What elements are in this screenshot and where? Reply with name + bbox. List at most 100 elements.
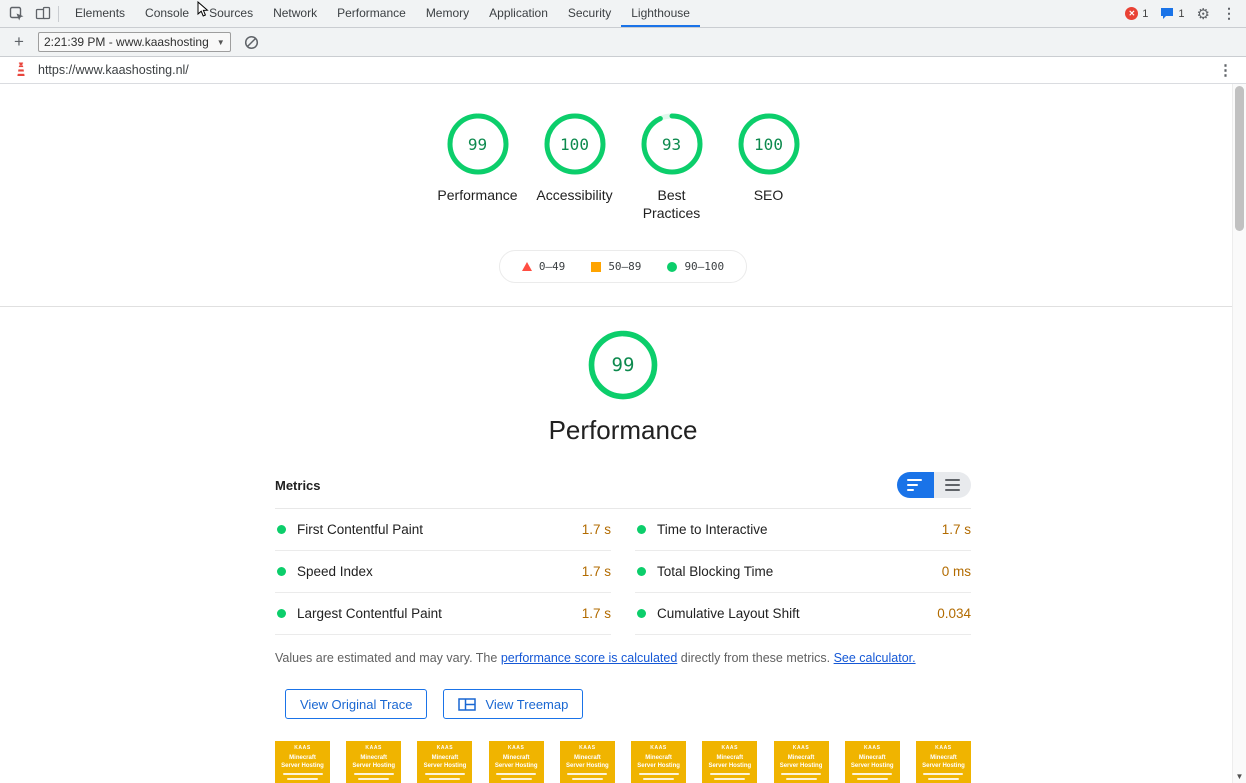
metric-label: Time to Interactive: [657, 522, 942, 537]
toolbar-divider: [58, 6, 59, 22]
score-calculated-link[interactable]: performance score is calculated: [501, 651, 677, 665]
thumb-site-logo: KAAS: [916, 745, 971, 751]
thumb-site-logo: KAAS: [702, 745, 757, 751]
score-performance[interactable]: 99 Performance: [434, 112, 522, 222]
issues-count: 1: [1178, 8, 1184, 20]
report-scrollbar[interactable]: ▼: [1232, 84, 1246, 783]
issues-icon: [1160, 7, 1174, 20]
scrollbar-down-arrow-icon[interactable]: ▼: [1233, 772, 1246, 781]
score-legend-wrap: 0–49 50–89 90–100: [0, 250, 1246, 283]
metric-cumulative-layout-shift: Cumulative Layout Shift 0.034: [635, 593, 971, 635]
device-toolbar-icon[interactable]: [30, 2, 56, 26]
settings-gear-icon[interactable]: ⚙: [1197, 5, 1210, 23]
devtools-menu-kebab-icon[interactable]: ⋮: [1222, 5, 1236, 22]
thumb-text-line: [501, 778, 532, 780]
tab-application[interactable]: Application: [479, 0, 558, 27]
filmstrip-thumbnail: KAAS Minecraft Server Hosting: [489, 741, 544, 783]
see-calculator-link[interactable]: See calculator.: [834, 651, 916, 665]
view-original-trace-button[interactable]: View Original Trace: [285, 689, 427, 719]
thumb-site-logo: KAAS: [417, 745, 472, 751]
error-count-badge[interactable]: ✕ 1: [1125, 7, 1148, 20]
score-accessibility[interactable]: 100 Accessibility: [531, 112, 619, 222]
tab-sources[interactable]: Sources: [199, 0, 263, 27]
thumb-site-logo: KAAS: [774, 745, 829, 751]
metric-label: Largest Contentful Paint: [297, 606, 582, 621]
toggle-bar: [945, 489, 960, 491]
thumb-site-logo: KAAS: [275, 745, 330, 751]
tab-network[interactable]: Network: [263, 0, 327, 27]
issues-count-badge[interactable]: 1: [1160, 7, 1184, 20]
tab-elements[interactable]: Elements: [65, 0, 135, 27]
performance-section-header: 99 Performance: [0, 307, 1246, 446]
legend-average: 50–89: [591, 260, 641, 273]
filmstrip-thumbnail: KAAS Minecraft Server Hosting: [774, 741, 829, 783]
tab-memory[interactable]: Memory: [416, 0, 479, 27]
thumb-text-line: [857, 778, 888, 780]
metric-label: Total Blocking Time: [657, 564, 942, 579]
thumb-page-title: Minecraft Server Hosting: [774, 755, 829, 769]
legend-average-range: 50–89: [608, 260, 641, 273]
filmstrip-thumbnail: KAAS Minecraft Server Hosting: [417, 741, 472, 783]
performance-buttons: View Original Trace View Treemap: [275, 689, 971, 719]
metrics-header: Metrics: [275, 472, 971, 498]
metric-value: 0 ms: [942, 564, 971, 579]
metrics-expanded-view-button[interactable]: [934, 472, 971, 498]
thumb-page-title: Minecraft Server Hosting: [275, 755, 330, 769]
thumb-page-title: Minecraft Server Hosting: [489, 755, 544, 769]
disclaimer-text: directly from these metrics.: [677, 651, 833, 665]
metric-pass-dot-icon: [277, 609, 286, 618]
toggle-bar: [907, 484, 918, 486]
filmstrip-thumbnail: KAAS Minecraft Server Hosting: [346, 741, 401, 783]
thumb-page-title: Minecraft Server Hosting: [845, 755, 900, 769]
filmstrip-thumbnail: KAAS Minecraft Server Hosting: [916, 741, 971, 783]
score-seo[interactable]: 100 SEO: [725, 112, 813, 222]
tab-performance[interactable]: Performance: [327, 0, 416, 27]
average-square-icon: [591, 262, 601, 272]
metric-value: 0.034: [937, 606, 971, 621]
metric-label: First Contentful Paint: [297, 522, 582, 537]
clear-reports-icon[interactable]: [239, 30, 265, 54]
new-report-plus-icon[interactable]: +: [8, 32, 30, 52]
inspect-element-icon[interactable]: [4, 2, 30, 26]
metrics-view-toggle: [897, 472, 971, 498]
report-select-label: 2:21:39 PM - www.kaashosting: [44, 35, 209, 49]
filmstrip-thumbnail: KAAS Minecraft Server Hosting: [845, 741, 900, 783]
toggle-bar: [945, 479, 960, 481]
view-original-trace-label: View Original Trace: [300, 697, 412, 712]
treemap-icon: [458, 698, 476, 711]
thumb-site-logo: KAAS: [631, 745, 686, 751]
best-practices-score: 93: [640, 112, 704, 176]
seo-score: 100: [737, 112, 801, 176]
performance-gauge: 99: [446, 112, 510, 176]
scrollbar-thumb[interactable]: [1235, 86, 1244, 231]
view-treemap-button[interactable]: View Treemap: [443, 689, 583, 719]
metric-pass-dot-icon: [637, 525, 646, 534]
metric-largest-contentful-paint: Largest Contentful Paint 1.7 s: [275, 593, 611, 635]
thumb-text-line: [928, 778, 959, 780]
fail-triangle-icon: [522, 262, 532, 271]
metric-value: 1.7 s: [582, 522, 611, 537]
metric-time-to-interactive: Time to Interactive 1.7 s: [635, 509, 971, 551]
thumb-text-line: [572, 778, 603, 780]
devtools-tabs: Elements Console Sources Network Perform…: [65, 0, 700, 27]
metrics-collapsed-view-button[interactable]: [897, 472, 934, 498]
metric-label: Speed Index: [297, 564, 582, 579]
thumb-page-title: Minecraft Server Hosting: [346, 755, 401, 769]
legend-fail-range: 0–49: [539, 260, 566, 273]
report-history-select[interactable]: 2:21:39 PM - www.kaashosting ▼: [38, 32, 231, 52]
filmstrip-thumbnail: KAAS Minecraft Server Hosting: [560, 741, 615, 783]
metric-label: Cumulative Layout Shift: [657, 606, 937, 621]
toggle-bar: [945, 484, 960, 486]
thumb-page-title: Minecraft Server Hosting: [417, 755, 472, 769]
metrics-grid: First Contentful Paint 1.7 s Time to Int…: [275, 508, 971, 635]
score-best-practices[interactable]: 93 Best Practices: [628, 112, 716, 222]
legend-pass-range: 90–100: [684, 260, 724, 273]
tab-security[interactable]: Security: [558, 0, 621, 27]
thumb-text-line: [283, 773, 323, 775]
report-options-kebab-icon[interactable]: ⋮: [1218, 61, 1233, 79]
tab-console[interactable]: Console: [135, 0, 199, 27]
tab-lighthouse[interactable]: Lighthouse: [621, 0, 700, 27]
report-url-row: https://www.kaashosting.nl/ ⋮: [0, 57, 1246, 84]
metric-value: 1.7 s: [582, 564, 611, 579]
devtools-left-icons: [0, 0, 65, 27]
